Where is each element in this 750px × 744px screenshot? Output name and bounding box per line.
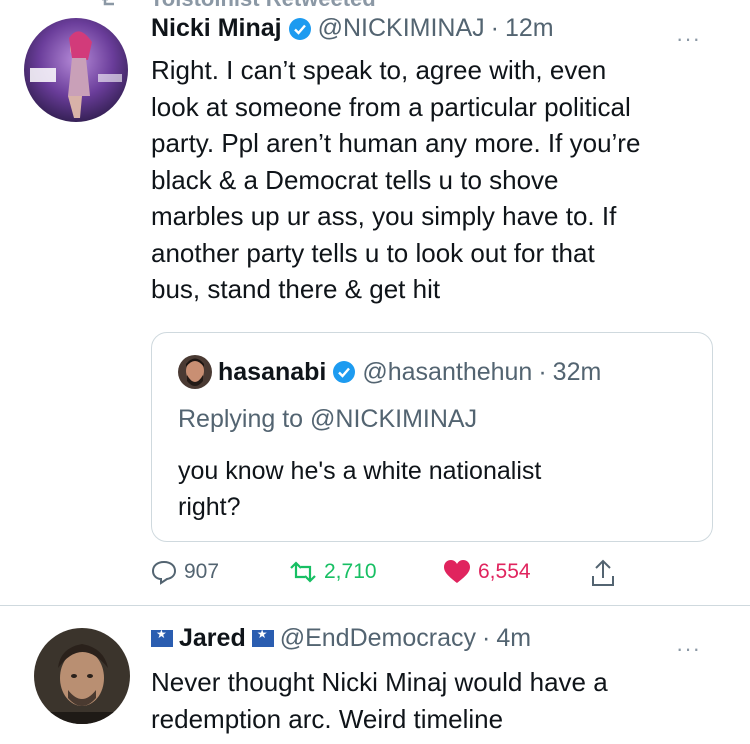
quoted-text-line: right?	[178, 493, 241, 521]
separator-dot: ·	[490, 14, 499, 42]
like-count: 6,554	[478, 560, 531, 583]
more-options-icon[interactable]: ···	[676, 26, 701, 52]
eu-flag-icon	[151, 627, 173, 647]
reply-count: 907	[184, 560, 220, 583]
more-options-icon[interactable]: ···	[676, 636, 701, 662]
tweet-text-line: look at someone from a particular politi…	[151, 91, 631, 122]
retweet-icon	[290, 561, 316, 583]
like-button[interactable]: 6,554	[442, 558, 531, 586]
reply-button[interactable]: 907	[150, 558, 219, 586]
tweet-text-line: Right. I can’t speak to, agree with, eve…	[151, 55, 607, 85]
handle[interactable]: @EndDemocracy	[280, 624, 476, 653]
retweet-count: 2,710	[324, 560, 377, 583]
tweet-text-line: party. Ppl aren’t human any more. If you…	[151, 128, 641, 158]
share-icon	[592, 559, 614, 586]
tweet-nicki[interactable]: Nicki Minaj @NICKIMINAJ · 12m ··· Right.…	[0, 0, 750, 606]
quoted-text-line: you know he's a white nationalist	[178, 457, 542, 485]
tweet-text-line: marbles up ur ass, you simply have to. I…	[151, 201, 617, 231]
replying-to-handle[interactable]: @NICKIMINAJ	[310, 405, 477, 433]
tweet-text-line: bus, stand there & get hit	[151, 274, 441, 304]
avatar-image	[24, 18, 128, 122]
tweet-text: Right. I can’t speak to, agree with, eve…	[151, 52, 731, 308]
tweet-text-line: Never thought Nicki Minaj would have a	[151, 667, 608, 697]
eu-flag-icon	[251, 627, 274, 647]
avatar[interactable]	[34, 628, 130, 724]
quoted-tweet-header: hasanabi @hasanthehun · 32m	[178, 355, 607, 389]
tweet-text-line: redemption arc. Weird timeline	[151, 703, 504, 734]
avatar-image	[34, 628, 130, 724]
separator-dot: ·	[538, 357, 547, 386]
display-name[interactable]: Nicki Minaj	[151, 14, 282, 43]
replying-to: Replying to @NICKIMINAJ	[178, 405, 477, 434]
tweet-text-line: black & a Democrat tells u to shove	[151, 164, 559, 195]
tweet-text: Never thought Nicki Minaj would have a r…	[151, 664, 731, 737]
quoted-timestamp[interactable]: 32m	[553, 358, 602, 387]
display-name[interactable]: Jared	[179, 624, 246, 653]
quoted-tweet-text: you know he's a white nationalist right?	[178, 453, 678, 525]
quoted-avatar[interactable]	[178, 355, 212, 389]
quoted-tweet[interactable]: hasanabi @hasanthehun · 32m Replying to …	[151, 332, 713, 542]
timestamp[interactable]: 12m	[505, 14, 554, 43]
verified-badge-icon	[333, 361, 356, 383]
tweet-actions: 907 2,710 6,554	[150, 558, 630, 590]
replying-to-label: Replying to	[178, 405, 304, 433]
handle[interactable]: @NICKIMINAJ	[318, 14, 485, 43]
quoted-avatar-image	[178, 355, 212, 389]
share-button[interactable]	[590, 558, 622, 588]
avatar[interactable]	[24, 18, 128, 122]
tweet-text-line: another party tells u to look out for th…	[151, 237, 595, 268]
tweet-header: Jared @EndDemocracy · 4m	[151, 624, 537, 653]
heart-icon	[444, 560, 470, 583]
quoted-display-name[interactable]: hasanabi	[218, 358, 326, 387]
quoted-handle[interactable]: @hasanthehun	[362, 358, 532, 387]
tweet-header: Nicki Minaj @NICKIMINAJ · 12m	[151, 14, 560, 43]
retweet-button[interactable]: 2,710	[288, 558, 377, 586]
reply-icon	[151, 560, 177, 585]
verified-badge-icon	[288, 17, 311, 40]
tweet-jared[interactable]: Jared @EndDemocracy · 4m ··· Never thoug…	[0, 606, 750, 744]
timestamp[interactable]: 4m	[496, 624, 531, 653]
separator-dot: ·	[482, 624, 491, 652]
